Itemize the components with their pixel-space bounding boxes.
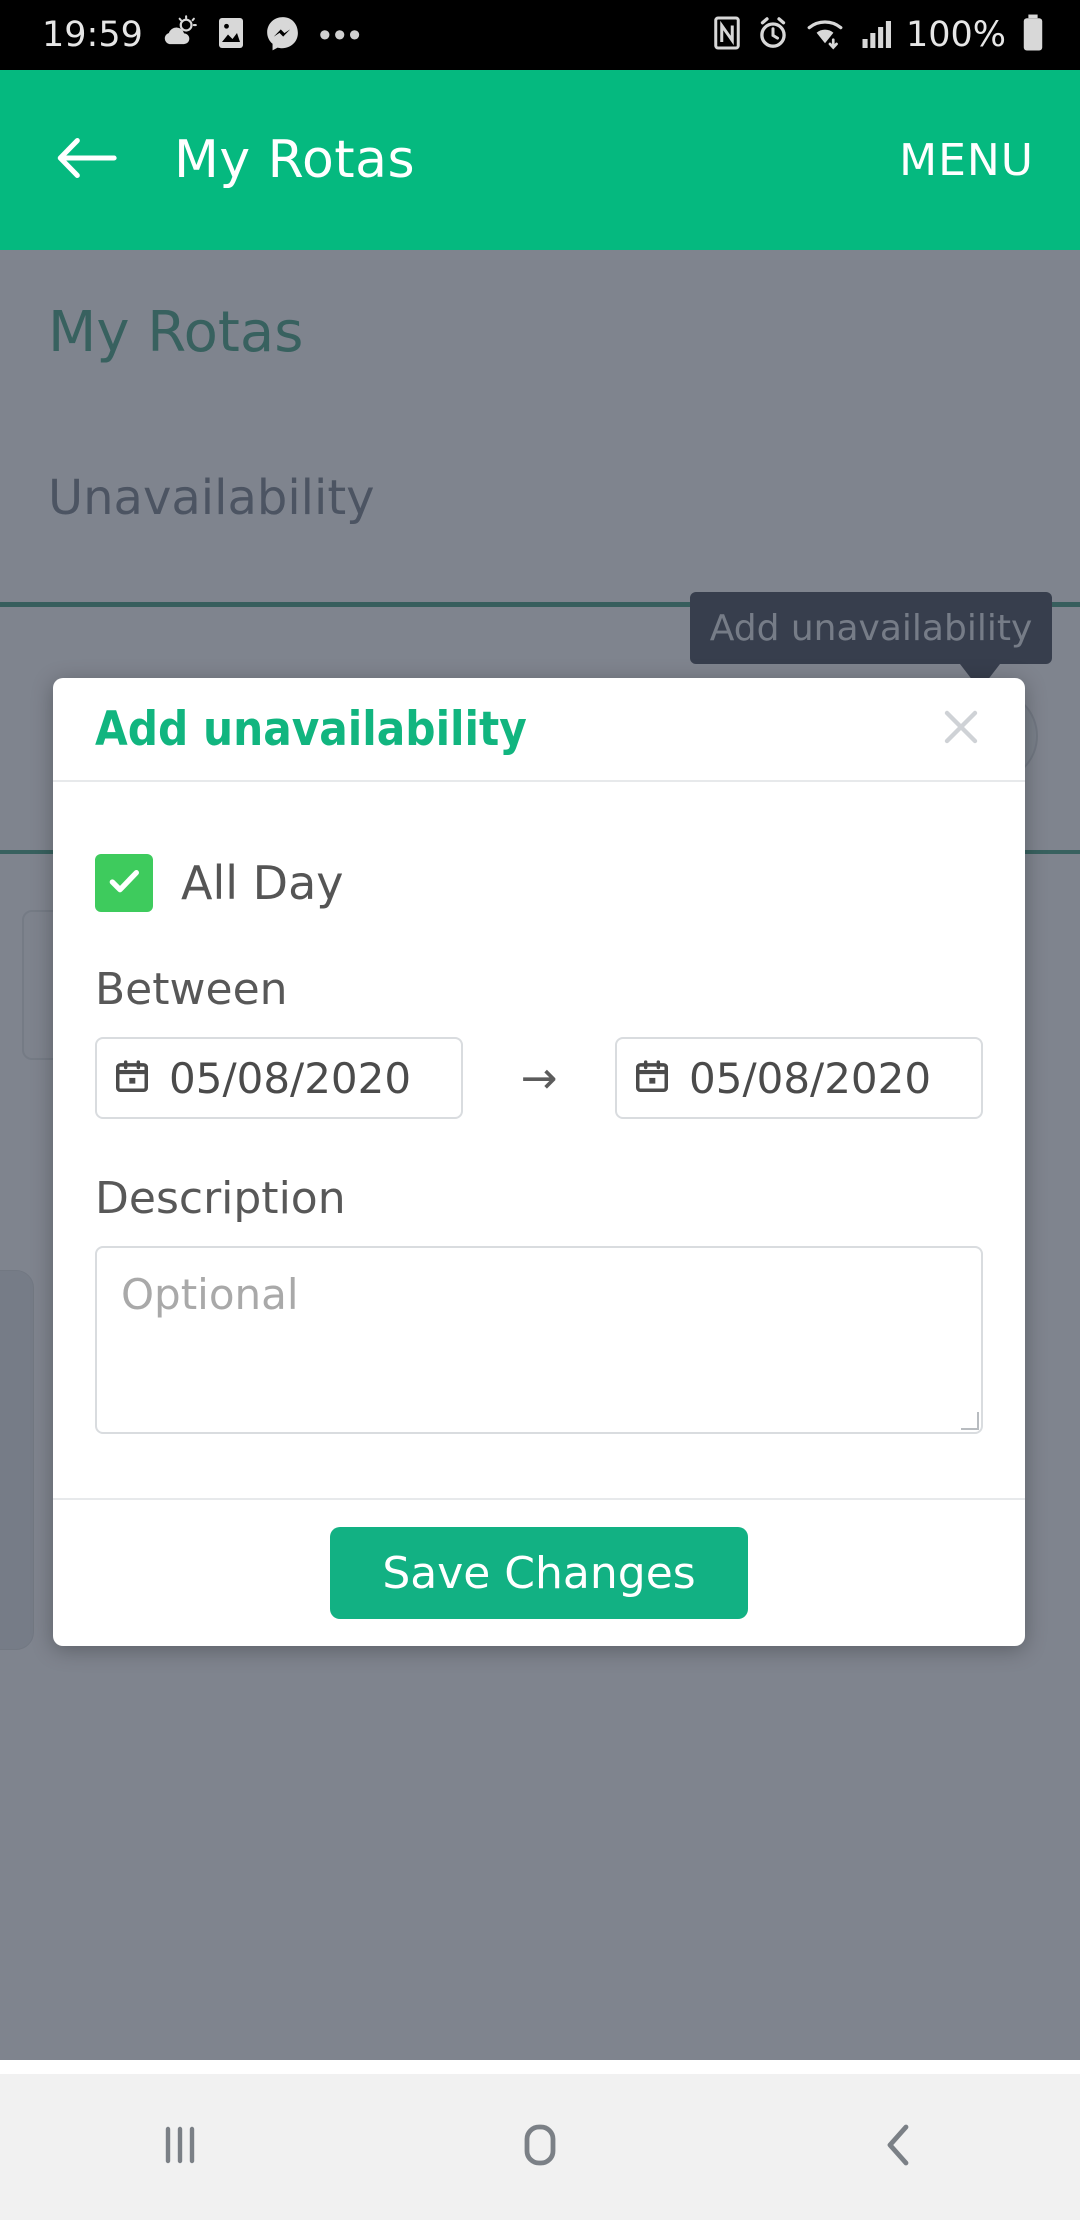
phone-screen: 19:59 ••• 100% My Rotas MENU Add unavail… xyxy=(0,0,1080,2220)
between-label: Between xyxy=(95,964,288,1015)
description-placeholder: Optional xyxy=(121,1270,299,1319)
date-range-arrow: → xyxy=(520,1052,558,1104)
save-changes-button[interactable]: Save Changes xyxy=(330,1527,748,1619)
status-bar-right: 100% xyxy=(712,13,1046,58)
dialog-footer: Save Changes xyxy=(53,1498,1025,1646)
alarm-clock-icon xyxy=(756,15,790,56)
status-bar-left: 19:59 ••• xyxy=(42,14,364,57)
end-date-input[interactable]: 05/08/2020 xyxy=(615,1037,983,1119)
calendar-icon xyxy=(633,1057,671,1100)
description-label: Description xyxy=(95,1173,346,1224)
dialog-body: All Day Between 05/08/2020 → 05/08/2020 … xyxy=(53,782,1025,1498)
nfc-icon xyxy=(712,15,742,56)
home-icon xyxy=(514,2119,566,2176)
all-day-row[interactable]: All Day xyxy=(95,854,983,912)
add-unavailability-dialog: Add unavailability All Day Between 05/08… xyxy=(53,678,1025,1646)
recents-button[interactable] xyxy=(0,2119,360,2176)
recents-icon xyxy=(154,2119,206,2176)
menu-button[interactable]: MENU xyxy=(899,135,1034,186)
end-date-value: 05/08/2020 xyxy=(689,1053,932,1103)
app-bar: My Rotas MENU xyxy=(0,70,1080,250)
close-icon xyxy=(937,703,985,756)
page-title: My Rotas xyxy=(174,130,416,190)
android-nav-bar xyxy=(0,2074,1080,2220)
back-button[interactable] xyxy=(52,125,122,195)
more-notifications-icon: ••• xyxy=(318,16,364,54)
messenger-icon xyxy=(264,14,302,57)
back-chevron-icon xyxy=(874,2119,926,2176)
description-wrapper: Optional xyxy=(95,1246,983,1434)
close-button[interactable] xyxy=(923,691,999,767)
calendar-icon xyxy=(113,1057,151,1100)
gallery-image-icon xyxy=(215,15,247,56)
battery-percent-label: 100% xyxy=(905,15,1006,55)
wifi-icon xyxy=(804,15,846,56)
home-button[interactable] xyxy=(360,2119,720,2176)
all-day-checkbox[interactable] xyxy=(95,854,153,912)
cellular-signal-icon xyxy=(860,15,892,56)
battery-full-icon xyxy=(1020,13,1046,58)
start-date-input[interactable]: 05/08/2020 xyxy=(95,1037,463,1119)
dialog-title: Add unavailability xyxy=(95,701,527,757)
back-button-nav[interactable] xyxy=(720,2119,1080,2176)
all-day-label: All Day xyxy=(181,856,344,910)
status-bar-clock: 19:59 xyxy=(42,15,143,55)
textarea-resize-handle[interactable] xyxy=(961,1412,979,1430)
start-date-value: 05/08/2020 xyxy=(169,1053,412,1103)
checkmark-icon xyxy=(104,861,144,906)
between-row: 05/08/2020 → 05/08/2020 xyxy=(95,1037,983,1119)
arrow-left-icon xyxy=(56,132,118,189)
description-input[interactable]: Optional xyxy=(95,1246,983,1434)
status-bar: 19:59 ••• 100% xyxy=(0,0,1080,70)
weather-partly-cloudy-icon xyxy=(160,14,198,57)
dialog-header: Add unavailability xyxy=(53,678,1025,782)
